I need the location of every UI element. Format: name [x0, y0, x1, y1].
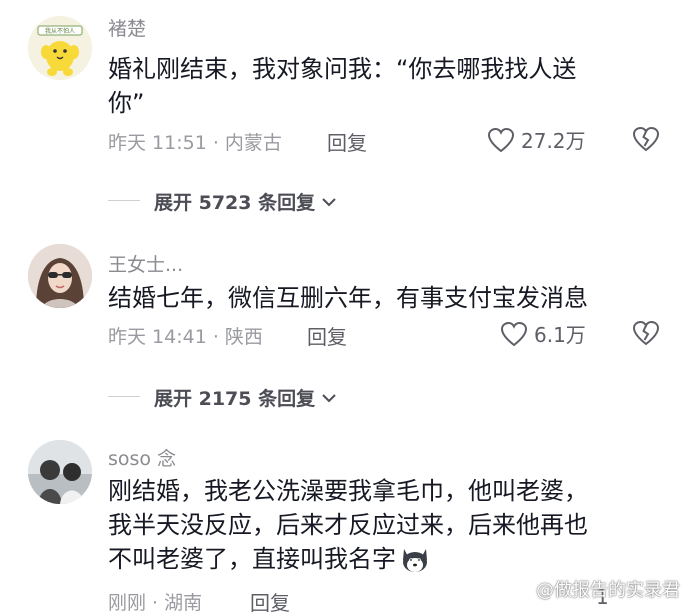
chevron-down-icon	[322, 197, 336, 206]
watermark-text: @做报告的实录君	[536, 580, 680, 601]
comment-time-location: 昨天 14:41 · 陕西	[108, 326, 263, 348]
expand-divider	[108, 396, 140, 397]
dislike-button[interactable]	[631, 319, 661, 351]
like-button[interactable]: 27.2万	[487, 125, 586, 154]
watermark: @做报告的实录君	[512, 576, 680, 602]
expand-replies-button[interactable]: 展开 2175 条回复	[154, 384, 337, 411]
comment-time-location: 刚刚 · 湖南	[108, 592, 203, 614]
broken-heart-icon	[632, 320, 660, 346]
username[interactable]: 王女士...	[108, 250, 183, 277]
heart-icon	[500, 321, 528, 346]
like-count: 27.2万	[521, 129, 586, 153]
expand-divider	[108, 200, 140, 201]
comment-text-line-wrapper: 不叫老婆了，直接叫我名字	[108, 542, 668, 576]
comment-text-line: 结婚七年，微信互删六年，有事支付宝发消息	[108, 284, 588, 312]
username[interactable]: 褚楚	[108, 14, 146, 41]
comment-text: 婚礼刚结束，我对象问我：“你去哪我找人送 你”	[108, 52, 668, 120]
like-count: 6.1万	[534, 323, 586, 347]
avatar-image: 我从不怕人	[28, 16, 92, 80]
avatar-badge-text: 我从不怕人	[45, 27, 75, 35]
comment-text-line: 我半天没反应，后来才反应过来，后来他再也	[108, 511, 588, 539]
reply-button[interactable]: 回复	[250, 587, 290, 616]
comment-text: 结婚七年，微信互删六年，有事支付宝发消息	[108, 281, 668, 315]
avatar-image	[28, 244, 92, 308]
broken-heart-icon	[632, 126, 660, 152]
comment-text: 刚结婚，我老公洗澡要我拿毛巾，他叫老婆， 我半天没反应，后来才反应过来，后来他再…	[108, 474, 668, 576]
comment-text-line: 不叫老婆了，直接叫我名字	[108, 545, 396, 573]
chevron-down-icon	[322, 393, 336, 402]
like-button[interactable]: 6.1万	[500, 319, 586, 348]
comment-text-line: 你”	[108, 89, 145, 117]
heart-icon	[487, 127, 515, 152]
husky-dog-emoji-icon	[403, 549, 427, 572]
avatar[interactable]	[28, 440, 92, 504]
comment-time-location: 昨天 11:51 · 内蒙古	[108, 132, 282, 154]
avatar-image	[28, 440, 92, 504]
username[interactable]: soso 念	[108, 444, 176, 471]
reply-button[interactable]: 回复	[307, 321, 347, 350]
weibo-logo-icon	[512, 581, 531, 598]
avatar[interactable]: 我从不怕人	[28, 16, 92, 80]
comment-text-line: 刚结婚，我老公洗澡要我拿毛巾，他叫老婆，	[108, 477, 588, 505]
reply-button[interactable]: 回复	[327, 127, 367, 156]
expand-replies-label: 展开 2175 条回复	[154, 388, 316, 410]
dislike-button[interactable]	[631, 125, 661, 157]
expand-replies-button[interactable]: 展开 5723 条回复	[154, 188, 337, 215]
expand-replies-label: 展开 5723 条回复	[154, 192, 316, 214]
avatar[interactable]	[28, 244, 92, 308]
comment-text-line: 婚礼刚结束，我对象问我：“你去哪我找人送	[108, 55, 577, 83]
